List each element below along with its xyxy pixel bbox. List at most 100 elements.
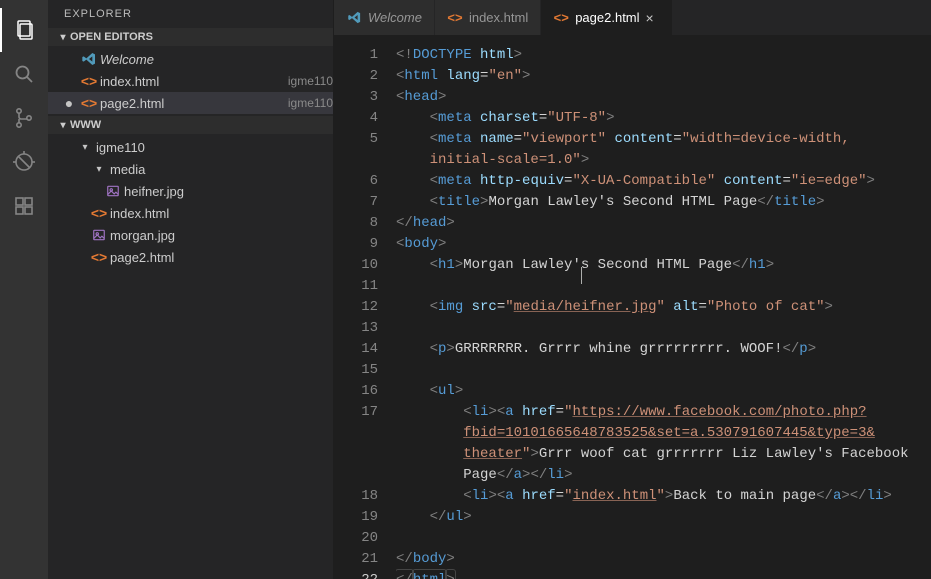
code-line[interactable]: <body> bbox=[396, 234, 931, 255]
search-icon[interactable] bbox=[0, 52, 48, 96]
html-file-icon: <> bbox=[88, 249, 110, 265]
code-line[interactable]: initial-scale=1.0"> bbox=[396, 150, 931, 171]
line-number: 12 bbox=[334, 297, 378, 318]
debug-icon[interactable] bbox=[0, 140, 48, 184]
vscode-icon bbox=[346, 10, 362, 26]
code-line[interactable]: <meta charset="UTF-8"> bbox=[396, 108, 931, 129]
code-line[interactable]: fbid=10101665648783525&set=a.53079160744… bbox=[396, 423, 931, 444]
code-content[interactable]: <!DOCTYPE html><html lang="en"><head> <m… bbox=[396, 35, 931, 579]
code-editor[interactable]: 12345678910111213141516171819202122 <!DO… bbox=[334, 35, 931, 579]
chevron-down-icon: ▾ bbox=[88, 164, 110, 175]
open-editors-header[interactable]: OPEN EDITORS bbox=[48, 28, 333, 46]
line-number: 10 bbox=[334, 255, 378, 276]
line-number: 4 bbox=[334, 108, 378, 129]
file-item[interactable]: morgan.jpg bbox=[48, 224, 333, 246]
code-line[interactable]: </head> bbox=[396, 213, 931, 234]
line-numbers: 12345678910111213141516171819202122 bbox=[334, 35, 396, 579]
open-editor-item[interactable]: Welcome bbox=[48, 48, 333, 70]
code-line[interactable]: <title>Morgan Lawley's Second HTML Page<… bbox=[396, 192, 931, 213]
line-number: 14 bbox=[334, 339, 378, 360]
code-line[interactable]: theater">Grrr woof cat grrrrrrr Liz Lawl… bbox=[396, 444, 931, 465]
code-line[interactable]: <img src="media/heifner.jpg" alt="Photo … bbox=[396, 297, 931, 318]
line-number: 13 bbox=[334, 318, 378, 339]
open-editor-item[interactable]: <>index.html igme110 bbox=[48, 70, 333, 92]
line-number: 15 bbox=[334, 360, 378, 381]
tree-item-label: index.html bbox=[110, 206, 333, 221]
line-number: 2 bbox=[334, 66, 378, 87]
code-line[interactable] bbox=[396, 360, 931, 381]
file-item[interactable]: heifner.jpg bbox=[48, 180, 333, 202]
code-line[interactable]: <meta http-equiv="X-UA-Compatible" conte… bbox=[396, 171, 931, 192]
html-file-icon: <> bbox=[88, 205, 110, 221]
tree-item-label: media bbox=[110, 162, 333, 177]
line-number: 5 bbox=[334, 129, 378, 150]
tree-item-label: heifner.jpg bbox=[124, 184, 333, 199]
code-line[interactable]: <p>GRRRRRRR. Grrrr whine grrrrrrrrr. WOO… bbox=[396, 339, 931, 360]
vscode-icon bbox=[78, 51, 100, 67]
code-line[interactable]: <!DOCTYPE html> bbox=[396, 45, 931, 66]
editor-tab[interactable]: Welcome bbox=[334, 0, 435, 35]
editor-group: Welcome<>index.html<>page2.html× 1234567… bbox=[334, 0, 931, 579]
activity-bar bbox=[0, 0, 48, 579]
extensions-icon[interactable] bbox=[0, 184, 48, 228]
open-editor-label: Welcome bbox=[100, 52, 333, 67]
code-line[interactable]: Page</a></li> bbox=[396, 465, 931, 486]
image-file-icon bbox=[88, 228, 110, 242]
line-number: 21 bbox=[334, 549, 378, 570]
line-number: 3 bbox=[334, 87, 378, 108]
code-line[interactable]: <head> bbox=[396, 87, 931, 108]
tab-label: index.html bbox=[469, 10, 528, 25]
editor-tab[interactable]: <> index.html bbox=[435, 0, 541, 35]
code-line[interactable]: <meta name="viewport" content="width=dev… bbox=[396, 129, 931, 150]
code-line[interactable]: </html> bbox=[396, 570, 931, 579]
code-line[interactable]: <h1>Morgan Lawley's Second HTML Page</h1… bbox=[396, 255, 931, 276]
html-file-icon: <> bbox=[78, 73, 100, 89]
close-icon[interactable]: × bbox=[646, 10, 660, 26]
folder-item[interactable]: ▾igme110 bbox=[48, 136, 333, 158]
open-editor-label: index.html bbox=[100, 74, 282, 89]
open-editor-path: igme110 bbox=[288, 96, 333, 110]
line-number: 9 bbox=[334, 234, 378, 255]
explorer-icon[interactable] bbox=[0, 8, 48, 52]
workspace-tree: ▾igme110▾mediaheifner.jpg<>index.htmlmor… bbox=[48, 134, 333, 270]
line-number: 22 bbox=[334, 570, 378, 579]
line-number: 6 bbox=[334, 171, 378, 192]
html-file-icon: <> bbox=[78, 95, 100, 111]
line-number: 18 bbox=[334, 486, 378, 507]
chevron-down-icon: ▾ bbox=[74, 142, 96, 153]
tree-item-label: morgan.jpg bbox=[110, 228, 333, 243]
dirty-indicator-icon[interactable]: ● bbox=[60, 95, 78, 111]
code-line[interactable]: </body> bbox=[396, 549, 931, 570]
tab-label: page2.html bbox=[575, 10, 639, 25]
file-item[interactable]: <>page2.html bbox=[48, 246, 333, 268]
open-editor-item[interactable]: ●<>page2.htmligme110 bbox=[48, 92, 333, 114]
sidebar-title: EXPLORER bbox=[48, 0, 333, 28]
line-number bbox=[334, 150, 378, 171]
line-number bbox=[334, 423, 378, 444]
source-control-icon[interactable] bbox=[0, 96, 48, 140]
tab-bar: Welcome <> index.html<> page2.html × bbox=[334, 0, 931, 35]
tree-item-label: igme110 bbox=[96, 140, 333, 155]
code-line[interactable]: <html lang="en"> bbox=[396, 66, 931, 87]
code-line[interactable]: <ul> bbox=[396, 381, 931, 402]
open-editor-path: igme110 bbox=[288, 74, 333, 88]
code-line[interactable] bbox=[396, 528, 931, 549]
line-number: 7 bbox=[334, 192, 378, 213]
html-file-icon: <> bbox=[447, 10, 463, 26]
code-line[interactable]: <li><a href="index.html">Back to main pa… bbox=[396, 486, 931, 507]
workspace-header[interactable]: WWW bbox=[48, 116, 333, 134]
editor-tab[interactable]: <>page2.html× bbox=[541, 0, 672, 35]
tree-item-label: page2.html bbox=[110, 250, 333, 265]
line-number: 17 bbox=[334, 402, 378, 423]
open-editors-list: Welcome<>index.htmligme110●<>page2.htmli… bbox=[48, 46, 333, 116]
line-number: 1 bbox=[334, 45, 378, 66]
line-number: 19 bbox=[334, 507, 378, 528]
file-item[interactable]: <>index.html bbox=[48, 202, 333, 224]
code-line[interactable] bbox=[396, 318, 931, 339]
code-line[interactable]: <li><a href="https://www.facebook.com/ph… bbox=[396, 402, 931, 423]
folder-item[interactable]: ▾media bbox=[48, 158, 333, 180]
code-line[interactable] bbox=[396, 276, 931, 297]
line-number: 16 bbox=[334, 381, 378, 402]
tab-label: Welcome bbox=[368, 10, 422, 25]
code-line[interactable]: </ul> bbox=[396, 507, 931, 528]
